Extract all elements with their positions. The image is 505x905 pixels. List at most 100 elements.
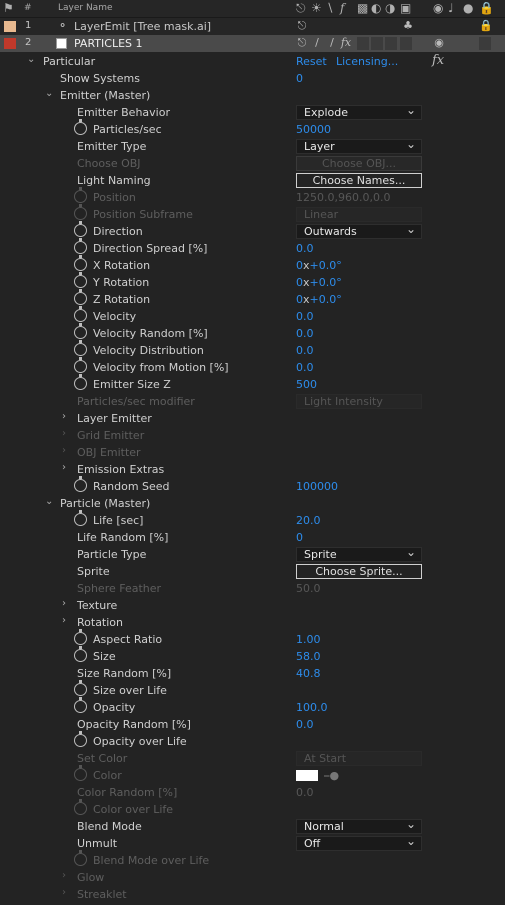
licensing-link[interactable]: Licensing... bbox=[336, 55, 398, 68]
chevron-right-icon[interactable]: › bbox=[62, 870, 66, 881]
frame-blend-icon[interactable]: ▩ bbox=[357, 1, 368, 15]
stopwatch-icon[interactable] bbox=[74, 272, 87, 288]
particles-sec-value[interactable]: 50000 bbox=[296, 123, 331, 136]
velocity-random-value[interactable]: 0.0 bbox=[296, 327, 314, 340]
adjustment-switch[interactable] bbox=[385, 37, 397, 50]
stopwatch-icon[interactable] bbox=[74, 340, 87, 356]
emitter-behavior-dropdown[interactable]: Explode bbox=[296, 104, 422, 120]
particle-master-group[interactable]: ⌄ Particle (Master) bbox=[0, 495, 505, 512]
stopwatch-icon[interactable] bbox=[74, 289, 87, 305]
3d-switch[interactable] bbox=[400, 37, 412, 50]
stopwatch-icon[interactable] bbox=[74, 646, 87, 662]
layer-row-2[interactable]: 2 PARTICLES 1 ⎋ / / fx ◉ bbox=[0, 35, 505, 52]
shy-switch-icon[interactable]: ⎋ bbox=[296, 36, 308, 51]
chevron-down-icon[interactable]: ⌄ bbox=[27, 54, 35, 65]
chevron-right-icon[interactable]: › bbox=[62, 462, 66, 473]
audio-icon[interactable]: ♩ bbox=[448, 1, 454, 15]
particle-type-dropdown[interactable]: Sprite bbox=[296, 546, 422, 562]
layer-label-color[interactable] bbox=[4, 38, 16, 49]
chevron-down-icon[interactable]: ⌄ bbox=[45, 496, 53, 507]
z-rotation-value[interactable]: 0x+0.0° bbox=[296, 293, 342, 306]
unmult-dropdown[interactable]: Off bbox=[296, 835, 422, 851]
choose-names-button[interactable]: Choose Names... bbox=[296, 173, 422, 188]
video-eye-icon[interactable]: ◉ bbox=[433, 1, 443, 15]
velocity-distribution-value[interactable]: 0.0 bbox=[296, 344, 314, 357]
layer-name[interactable]: LayerEmit [Tree mask.ai] bbox=[74, 20, 211, 33]
visibility-eye-icon[interactable]: ◉ bbox=[433, 36, 445, 51]
life-value[interactable]: 20.0 bbox=[296, 514, 321, 527]
lock-icon[interactable]: 🔒 bbox=[479, 19, 493, 34]
direction-dropdown[interactable]: Outwards bbox=[296, 223, 422, 239]
collapse-icon[interactable]: ☀ bbox=[311, 1, 322, 15]
frame-blend-switch[interactable] bbox=[357, 37, 369, 50]
chevron-right-icon[interactable]: › bbox=[62, 411, 66, 422]
antialias-switch-icon[interactable]: / bbox=[326, 36, 338, 51]
motion-blur-icon[interactable]: ◐ bbox=[371, 1, 381, 15]
opacity-random-value[interactable]: 0.0 bbox=[296, 718, 314, 731]
emission-extras-group[interactable]: › Emission Extras bbox=[0, 461, 505, 478]
stopwatch-icon[interactable] bbox=[74, 306, 87, 322]
emitter-type-dropdown[interactable]: Layer bbox=[296, 138, 422, 154]
stopwatch-icon[interactable] bbox=[74, 510, 87, 526]
velocity-from-motion-value[interactable]: 0.0 bbox=[296, 361, 314, 374]
fx-icon[interactable]: fx bbox=[432, 53, 444, 68]
show-systems-value[interactable]: 0 bbox=[296, 72, 303, 85]
layer-name[interactable]: PARTICLES 1 bbox=[74, 37, 143, 50]
stopwatch-icon[interactable] bbox=[74, 238, 87, 254]
3d-layer-icon[interactable]: ▣ bbox=[400, 1, 411, 15]
color-swatch[interactable] bbox=[296, 770, 318, 781]
quality-icon[interactable]: ∖ bbox=[326, 1, 334, 15]
stopwatch-icon[interactable] bbox=[74, 357, 87, 373]
rotation-group[interactable]: › Rotation bbox=[0, 614, 505, 631]
eyedropper-icon[interactable]: ⎯● bbox=[324, 769, 339, 783]
lock-switch[interactable] bbox=[479, 37, 491, 50]
stopwatch-icon[interactable] bbox=[74, 680, 87, 696]
layer-row-1[interactable]: 1 ⚬ LayerEmit [Tree mask.ai] ⎋ ♣ 🔒 bbox=[0, 18, 505, 35]
opacity-value[interactable]: 100.0 bbox=[296, 701, 328, 714]
direction-spread-value[interactable]: 0.0 bbox=[296, 242, 314, 255]
emitter-master-group[interactable]: ⌄ Emitter (Master) bbox=[0, 87, 505, 104]
streaklet-group[interactable]: › Streaklet bbox=[0, 886, 505, 903]
chevron-right-icon[interactable]: › bbox=[62, 428, 66, 439]
texture-group[interactable]: › Texture bbox=[0, 597, 505, 614]
chevron-right-icon[interactable]: › bbox=[62, 598, 66, 609]
emitter-size-z-value[interactable]: 500 bbox=[296, 378, 317, 391]
layer-label-color[interactable] bbox=[4, 21, 16, 32]
stopwatch-icon[interactable] bbox=[74, 476, 87, 492]
motion-blur-switch[interactable] bbox=[371, 37, 383, 50]
chevron-down-icon[interactable]: ⌄ bbox=[45, 88, 53, 99]
chevron-right-icon[interactable]: › bbox=[62, 615, 66, 626]
effects-icon[interactable]: f bbox=[340, 1, 344, 15]
blend-mode-dropdown[interactable]: Normal bbox=[296, 818, 422, 834]
x-rotation-value[interactable]: 0x+0.0° bbox=[296, 259, 342, 272]
collapse-switch-icon[interactable]: ♣ bbox=[402, 19, 414, 34]
choose-sprite-button[interactable]: Choose Sprite... bbox=[296, 564, 422, 579]
y-rotation-value[interactable]: 0x+0.0° bbox=[296, 276, 342, 289]
reset-link[interactable]: Reset bbox=[296, 55, 327, 68]
stopwatch-icon[interactable] bbox=[74, 119, 87, 135]
shy-switch-icon[interactable]: ⎋ bbox=[296, 19, 308, 34]
quality-switch-icon[interactable]: / bbox=[311, 36, 323, 51]
effect-particular-row[interactable]: ⌄ Particular Reset Licensing... fx bbox=[0, 53, 505, 70]
stopwatch-icon[interactable] bbox=[74, 697, 87, 713]
size-random-value[interactable]: 40.8 bbox=[296, 667, 321, 680]
stopwatch-icon[interactable] bbox=[74, 323, 87, 339]
layer-name-column-header[interactable]: Layer Name bbox=[58, 3, 113, 13]
stopwatch-icon[interactable] bbox=[74, 629, 87, 645]
life-random-value[interactable]: 0 bbox=[296, 531, 303, 544]
size-value[interactable]: 58.0 bbox=[296, 650, 321, 663]
layer-emitter-group[interactable]: › Layer Emitter bbox=[0, 410, 505, 427]
velocity-value[interactable]: 0.0 bbox=[296, 310, 314, 323]
adjustment-layer-icon[interactable]: ◑ bbox=[385, 1, 395, 15]
random-seed-value[interactable]: 100000 bbox=[296, 480, 338, 493]
chevron-right-icon[interactable]: › bbox=[62, 445, 66, 456]
aspect-ratio-value[interactable]: 1.00 bbox=[296, 633, 321, 646]
obj-emitter-group[interactable]: › OBJ Emitter bbox=[0, 444, 505, 461]
stopwatch-icon[interactable] bbox=[74, 221, 87, 237]
shy-icon[interactable]: ⎋ bbox=[296, 1, 306, 16]
lock-header-icon[interactable]: 🔒 bbox=[479, 1, 494, 15]
grid-emitter-group[interactable]: › Grid Emitter bbox=[0, 427, 505, 444]
stopwatch-icon[interactable] bbox=[74, 731, 87, 747]
solo-icon[interactable]: ● bbox=[463, 1, 473, 15]
stopwatch-icon[interactable] bbox=[74, 255, 87, 271]
